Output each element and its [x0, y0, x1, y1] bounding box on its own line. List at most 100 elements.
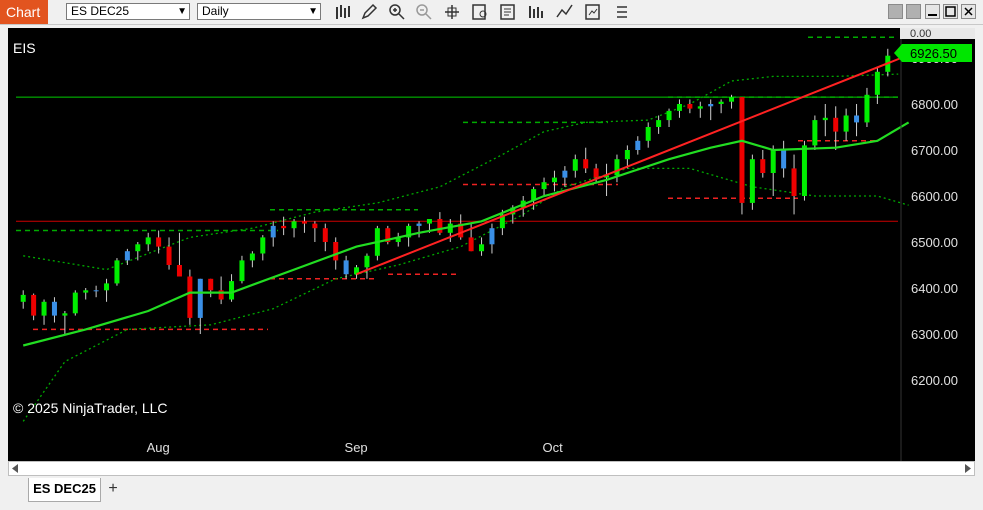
chart-panel[interactable]: 6900.006800.006700.006600.006500.006400.… — [8, 28, 975, 461]
candle-body — [31, 294, 37, 316]
price-chart[interactable]: 6900.006800.006700.006600.006500.006400.… — [8, 28, 975, 461]
y-tick-label: 6200.00 — [911, 373, 958, 388]
tab-es-dec25[interactable]: ES DEC25 — [28, 478, 101, 502]
candle-body — [718, 101, 724, 104]
candle-body — [614, 159, 620, 176]
strategies-icon[interactable] — [526, 3, 546, 21]
candle-body — [666, 110, 672, 121]
candle-body — [249, 253, 255, 261]
candle-body — [812, 120, 818, 146]
instrument-value: ES DEC25 — [71, 4, 130, 18]
candle-body — [781, 150, 787, 169]
candle-body — [468, 237, 474, 252]
tab-bar — [0, 477, 983, 510]
candle-body — [72, 292, 78, 314]
candle-body — [114, 260, 120, 284]
candle-body — [791, 168, 797, 196]
candle-body — [343, 260, 349, 275]
candle-body — [93, 290, 99, 292]
candle-body — [437, 219, 443, 233]
candle-body — [229, 281, 235, 300]
y-tick-label: 6300.00 — [911, 327, 958, 342]
bar-type-icon[interactable] — [333, 3, 353, 21]
interval-value: Daily — [202, 4, 229, 18]
window-button-1[interactable] — [888, 4, 903, 19]
horizontal-scrollbar[interactable] — [8, 461, 975, 476]
candle-body — [62, 313, 68, 316]
data-box-icon[interactable] — [470, 3, 490, 21]
interval-selector[interactable]: Daily ▼ — [197, 3, 321, 20]
crosshair-icon[interactable] — [442, 3, 462, 21]
candle-body — [833, 117, 839, 132]
maximize-icon[interactable] — [943, 4, 958, 19]
candle-body — [239, 260, 245, 282]
x-tick-label: Oct — [542, 440, 563, 455]
candle-body — [697, 106, 703, 109]
window-title: Chart — [0, 0, 48, 24]
indicators-icon[interactable] — [555, 3, 575, 21]
candle-body — [479, 244, 485, 252]
candle-body — [583, 159, 589, 169]
y-tick-label: 6500.00 — [911, 235, 958, 250]
candle-body — [645, 127, 651, 141]
candle-body — [156, 237, 162, 247]
candle-body — [281, 225, 287, 229]
candle-body — [687, 104, 693, 109]
more-icon[interactable] — [612, 3, 632, 21]
y-tick-label: 6700.00 — [911, 143, 958, 158]
candle-body — [145, 237, 151, 245]
x-tick-label: Sep — [345, 440, 368, 455]
top-price-label: 0.00 — [910, 28, 931, 40]
window-button-2[interactable] — [906, 4, 921, 19]
candle-body — [562, 170, 568, 178]
candle-body — [135, 244, 141, 252]
candle-body — [291, 221, 297, 229]
scroll-right-icon[interactable] — [963, 464, 972, 473]
candle-body — [416, 223, 422, 226]
pencil-icon[interactable] — [360, 3, 380, 21]
templates-icon[interactable] — [583, 3, 603, 21]
candle-body — [20, 294, 26, 302]
candle-body — [874, 71, 880, 95]
properties-icon[interactable] — [498, 3, 518, 21]
copyright-label: © 2025 NinjaTrader, LLC — [13, 400, 168, 416]
add-tab-button[interactable]: + — [104, 481, 122, 499]
candle-body — [843, 115, 849, 132]
candle-body — [624, 150, 630, 160]
candle-body — [270, 225, 276, 238]
minimize-icon[interactable] — [925, 4, 940, 19]
candle-body — [551, 177, 557, 183]
candle-body — [124, 251, 130, 261]
zoom-in-icon[interactable] — [387, 3, 407, 21]
candle-body — [729, 97, 735, 102]
candle-body — [864, 94, 870, 123]
candle-body — [187, 276, 193, 318]
candle-body — [322, 228, 328, 242]
candle-body — [854, 115, 860, 123]
last-price-label: 6926.50 — [910, 46, 957, 61]
chevron-down-icon: ▼ — [177, 6, 187, 17]
candle-body — [426, 219, 432, 224]
close-icon[interactable] — [961, 4, 976, 19]
scroll-left-icon[interactable] — [11, 464, 20, 473]
candle-body — [708, 104, 714, 107]
candle-body — [166, 246, 172, 265]
candle-body — [739, 97, 745, 203]
candle-body — [676, 104, 682, 111]
candle-body — [301, 221, 307, 224]
candle-body — [364, 255, 370, 268]
candle-body — [83, 290, 89, 293]
y-tick-label: 6800.00 — [911, 97, 958, 112]
candle-body — [312, 223, 318, 229]
candle-body — [197, 278, 203, 318]
candle-body — [770, 150, 776, 173]
candle-body — [801, 145, 807, 196]
candle-body — [51, 301, 57, 316]
candle-body — [593, 168, 599, 178]
zoom-out-icon[interactable] — [414, 3, 434, 21]
candle-body — [822, 117, 828, 121]
candle-body — [760, 159, 766, 173]
instrument-selector[interactable]: ES DEC25 ▼ — [66, 3, 190, 20]
chevron-down-icon: ▼ — [308, 6, 318, 17]
x-tick-label: Aug — [147, 440, 170, 455]
